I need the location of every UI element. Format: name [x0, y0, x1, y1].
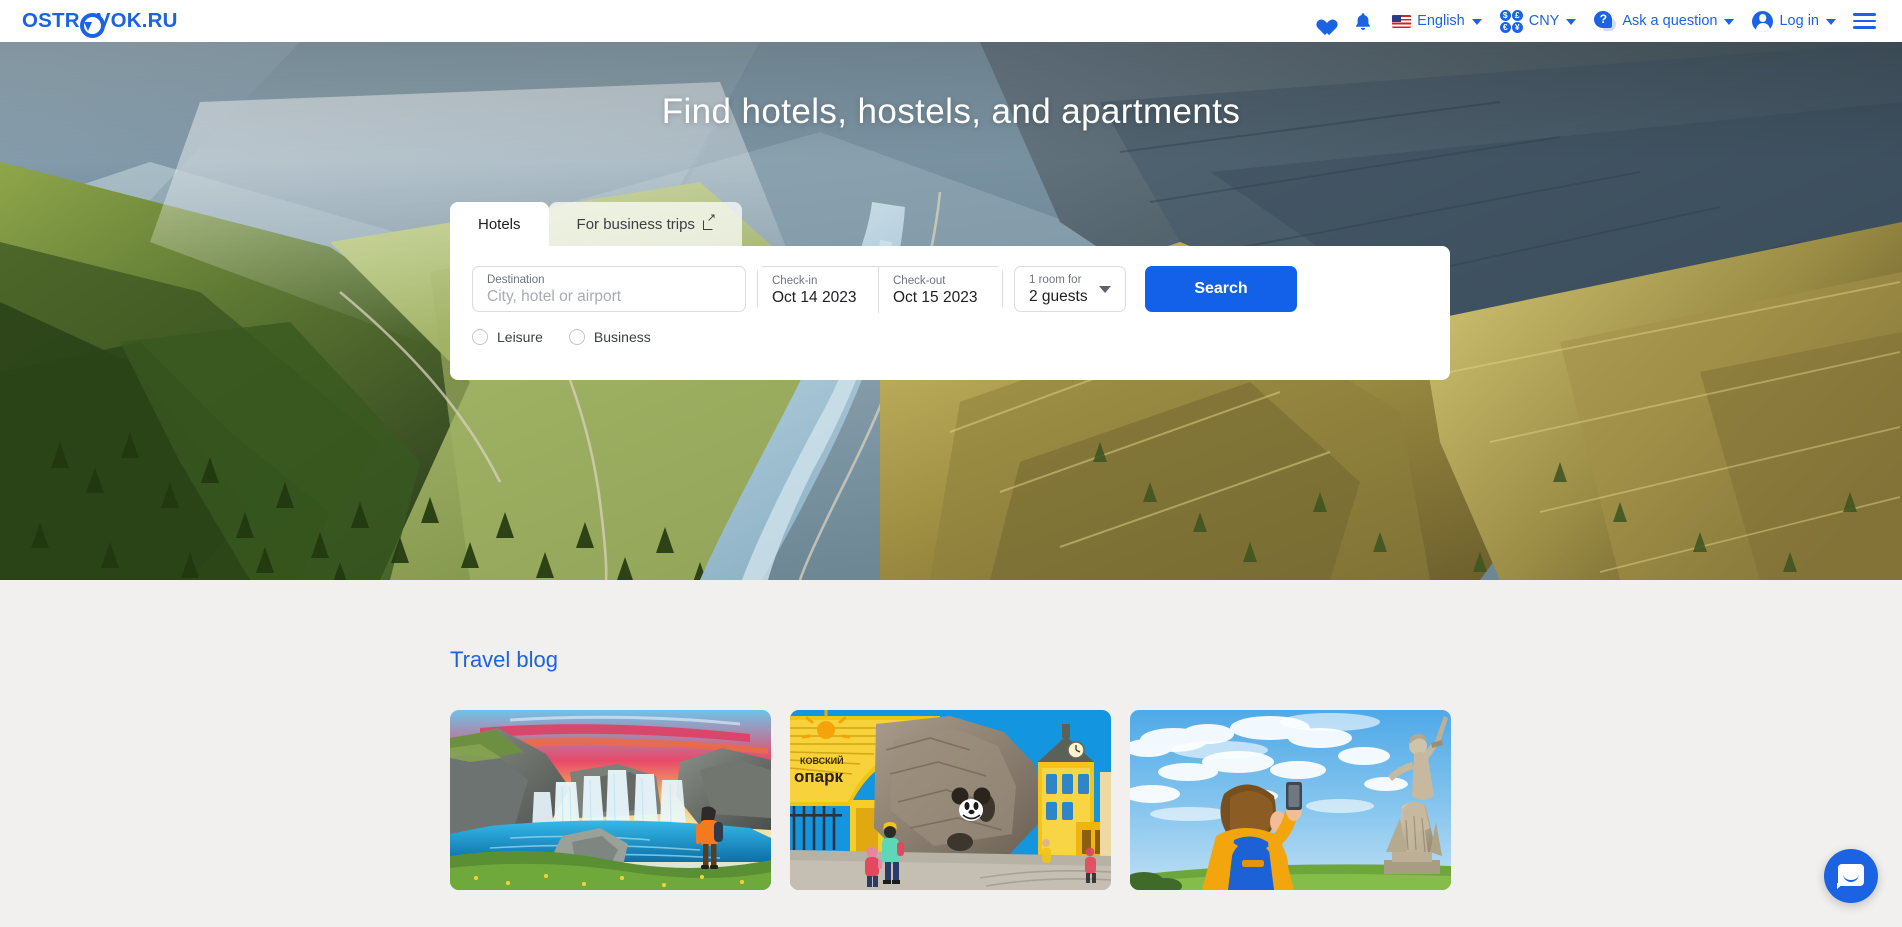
page-title: Find hotels, hostels, and apartments: [661, 92, 1241, 131]
radio-business-label: Business: [593, 329, 651, 345]
blog-card-waterfall[interactable]: [450, 710, 771, 890]
question-bubble-icon: ?: [1594, 11, 1617, 31]
trip-type-group: Leisure Business: [450, 312, 1450, 345]
search-panel: Destination City, hotel or airport Check…: [450, 246, 1450, 380]
site-header: OSTR VOK.RU English $ £ € ¥ CNY ? Ask a …: [0, 0, 1902, 42]
search-button[interactable]: Search: [1145, 266, 1297, 312]
destination-input[interactable]: Destination City, hotel or airport: [472, 266, 746, 312]
currency-label: CNY: [1528, 13, 1560, 29]
chat-widget-button[interactable]: [1824, 849, 1878, 903]
radio-business[interactable]: Business: [568, 329, 651, 345]
logo-pin-icon: [79, 12, 105, 38]
guests-selector[interactable]: 1 room for 2 guests: [1014, 266, 1126, 312]
travel-blog-title[interactable]: Travel blog: [450, 647, 558, 673]
us-flag-icon: [1392, 14, 1412, 28]
destination-placeholder: City, hotel or airport: [487, 287, 622, 305]
radio-business-indicator[interactable]: [568, 329, 585, 345]
avatar-icon: [1752, 10, 1774, 32]
checkin-label: Check-in: [772, 274, 818, 287]
radio-leisure-label: Leisure: [497, 329, 543, 345]
travel-blog-section: Travel blog КОВСКИЙ опарк: [0, 580, 1902, 927]
ask-a-question-button[interactable]: ? Ask a question: [1585, 5, 1743, 37]
site-logo[interactable]: OSTR VOK.RU: [22, 9, 178, 38]
svg-text:опарк: опарк: [794, 767, 843, 786]
waterfall-hiker-image: [450, 710, 771, 890]
currency-symbol-jpy: ¥: [1511, 21, 1523, 33]
currency-symbol-gbp: £: [1511, 9, 1523, 21]
blog-card-zoo[interactable]: КОВСКИЙ опарк: [790, 710, 1111, 890]
chevron-down-icon: [1099, 285, 1111, 293]
radio-leisure[interactable]: Leisure: [472, 329, 543, 345]
guests-value: 2 guests: [1029, 287, 1088, 305]
currency-icon: $ £ € ¥: [1499, 9, 1523, 33]
checkout-label: Check-out: [893, 274, 946, 287]
svg-text:КОВСКИЙ: КОВСКИЙ: [800, 755, 844, 766]
chevron-down-icon: [1724, 19, 1735, 25]
tab-business-trips[interactable]: For business trips: [548, 202, 742, 246]
chevron-down-icon: [1471, 19, 1482, 25]
hamburger-menu-icon[interactable]: [1845, 7, 1884, 34]
currency-symbol-eur: €: [1499, 21, 1511, 33]
notifications-button[interactable]: [1343, 6, 1383, 37]
bell-icon: [1356, 12, 1371, 30]
tab-business-trips-label: For business trips: [576, 215, 695, 233]
checkout-input[interactable]: Check-out Oct 15 2023: [879, 267, 1002, 313]
login-label: Log in: [1779, 13, 1819, 29]
blog-card-list: КОВСКИЙ опарк: [450, 710, 1451, 890]
chevron-down-icon: [1566, 19, 1577, 25]
search-fields: Destination City, hotel or airport Check…: [450, 246, 1450, 313]
guests-label: 1 room for: [1029, 273, 1082, 286]
currency-selector[interactable]: $ £ € ¥ CNY: [1491, 4, 1586, 39]
currency-symbol-usd: $: [1499, 9, 1511, 21]
header-actions: English $ £ € ¥ CNY ? Ask a question Log…: [1302, 4, 1884, 39]
checkin-input[interactable]: Check-in Oct 14 2023: [758, 267, 879, 313]
logo-text-suffix: VOK.RU: [96, 9, 178, 32]
moscow-zoo-image: КОВСКИЙ опарк: [790, 710, 1111, 890]
heart-icon: [1313, 13, 1332, 30]
language-selector[interactable]: English: [1383, 7, 1491, 35]
logo-text-prefix: OSTR: [22, 9, 80, 32]
external-link-icon: [702, 213, 716, 230]
chat-bubble-tail: [1837, 883, 1844, 889]
tab-hotels-label: Hotels: [478, 215, 521, 233]
login-button[interactable]: Log in: [1743, 5, 1845, 38]
tab-hotels[interactable]: Hotels: [450, 202, 549, 246]
hero-section: Find hotels, hostels, and apartments Hot…: [0, 42, 1902, 580]
destination-label: Destination: [487, 273, 545, 286]
motherland-statue-image: [1130, 710, 1451, 890]
checkout-value: Oct 15 2023: [893, 288, 978, 306]
favorites-button[interactable]: [1302, 7, 1343, 36]
chevron-down-icon: [1826, 19, 1836, 25]
date-range-group: Check-in Oct 14 2023 Check-out Oct 15 20…: [757, 266, 1003, 313]
checkin-value: Oct 14 2023: [772, 288, 857, 306]
language-label: English: [1417, 13, 1465, 29]
search-tabs: Hotels For business trips: [450, 202, 742, 246]
radio-leisure-indicator[interactable]: [472, 329, 488, 345]
ask-a-question-label: Ask a question: [1622, 13, 1718, 29]
blog-card-statue[interactable]: [1130, 710, 1451, 890]
